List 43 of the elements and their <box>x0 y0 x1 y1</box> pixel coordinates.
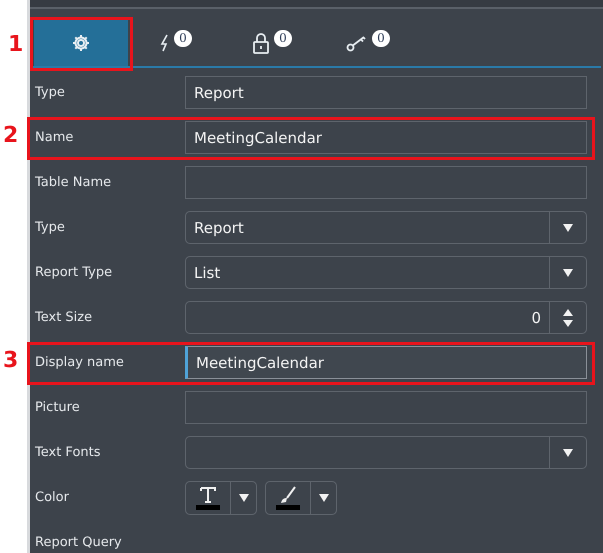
text-field[interactable]: MeetingCalendar <box>185 346 587 379</box>
field-label: Type <box>34 85 66 100</box>
text-color-icon <box>199 486 217 504</box>
field-label: Display name <box>34 355 125 370</box>
callout-number: 3 <box>3 348 18 373</box>
count-badge: 0 <box>274 30 292 46</box>
color-picker-button[interactable] <box>185 480 257 514</box>
caret-icon <box>318 492 330 502</box>
field-label: Color <box>34 490 70 505</box>
field-label: Report Query <box>34 535 123 550</box>
caret-icon <box>562 268 574 278</box>
settings-icon <box>71 33 91 53</box>
number-field[interactable]: 0 <box>185 301 587 334</box>
text-field[interactable] <box>185 391 587 424</box>
field-label: Report Type <box>34 265 114 280</box>
tab[interactable]: 0 <box>128 20 224 66</box>
text-field[interactable] <box>185 166 587 199</box>
field-label: Table Name <box>34 175 112 190</box>
field-label: Picture <box>34 400 81 415</box>
caret-icon <box>562 448 574 458</box>
tab[interactable]: 0 <box>224 20 320 66</box>
callout-number: 2 <box>3 123 18 148</box>
text-field[interactable]: MeetingCalendar <box>185 121 587 154</box>
field-label: Name <box>34 130 74 145</box>
dropdown[interactable] <box>185 436 587 469</box>
callout-number: 1 <box>8 32 24 57</box>
lightning-icon <box>160 34 170 52</box>
spinner-icon <box>562 308 574 328</box>
color-picker-button[interactable] <box>265 480 337 514</box>
lock-icon <box>252 32 270 54</box>
field-label: Type <box>34 220 66 235</box>
caret-icon <box>562 222 574 232</box>
brush-icon <box>279 486 297 504</box>
text-field[interactable]: Report <box>185 76 587 109</box>
tab[interactable]: 0 <box>320 20 416 66</box>
dropdown[interactable]: List <box>185 256 587 289</box>
field-label: Text Size <box>34 310 94 325</box>
dropdown[interactable]: Report <box>185 211 587 244</box>
count-badge: 0 <box>174 30 192 46</box>
field-label: Text Fonts <box>34 445 102 460</box>
count-badge: 0 <box>372 30 390 46</box>
caret-icon <box>238 492 250 502</box>
key-icon <box>346 34 368 52</box>
